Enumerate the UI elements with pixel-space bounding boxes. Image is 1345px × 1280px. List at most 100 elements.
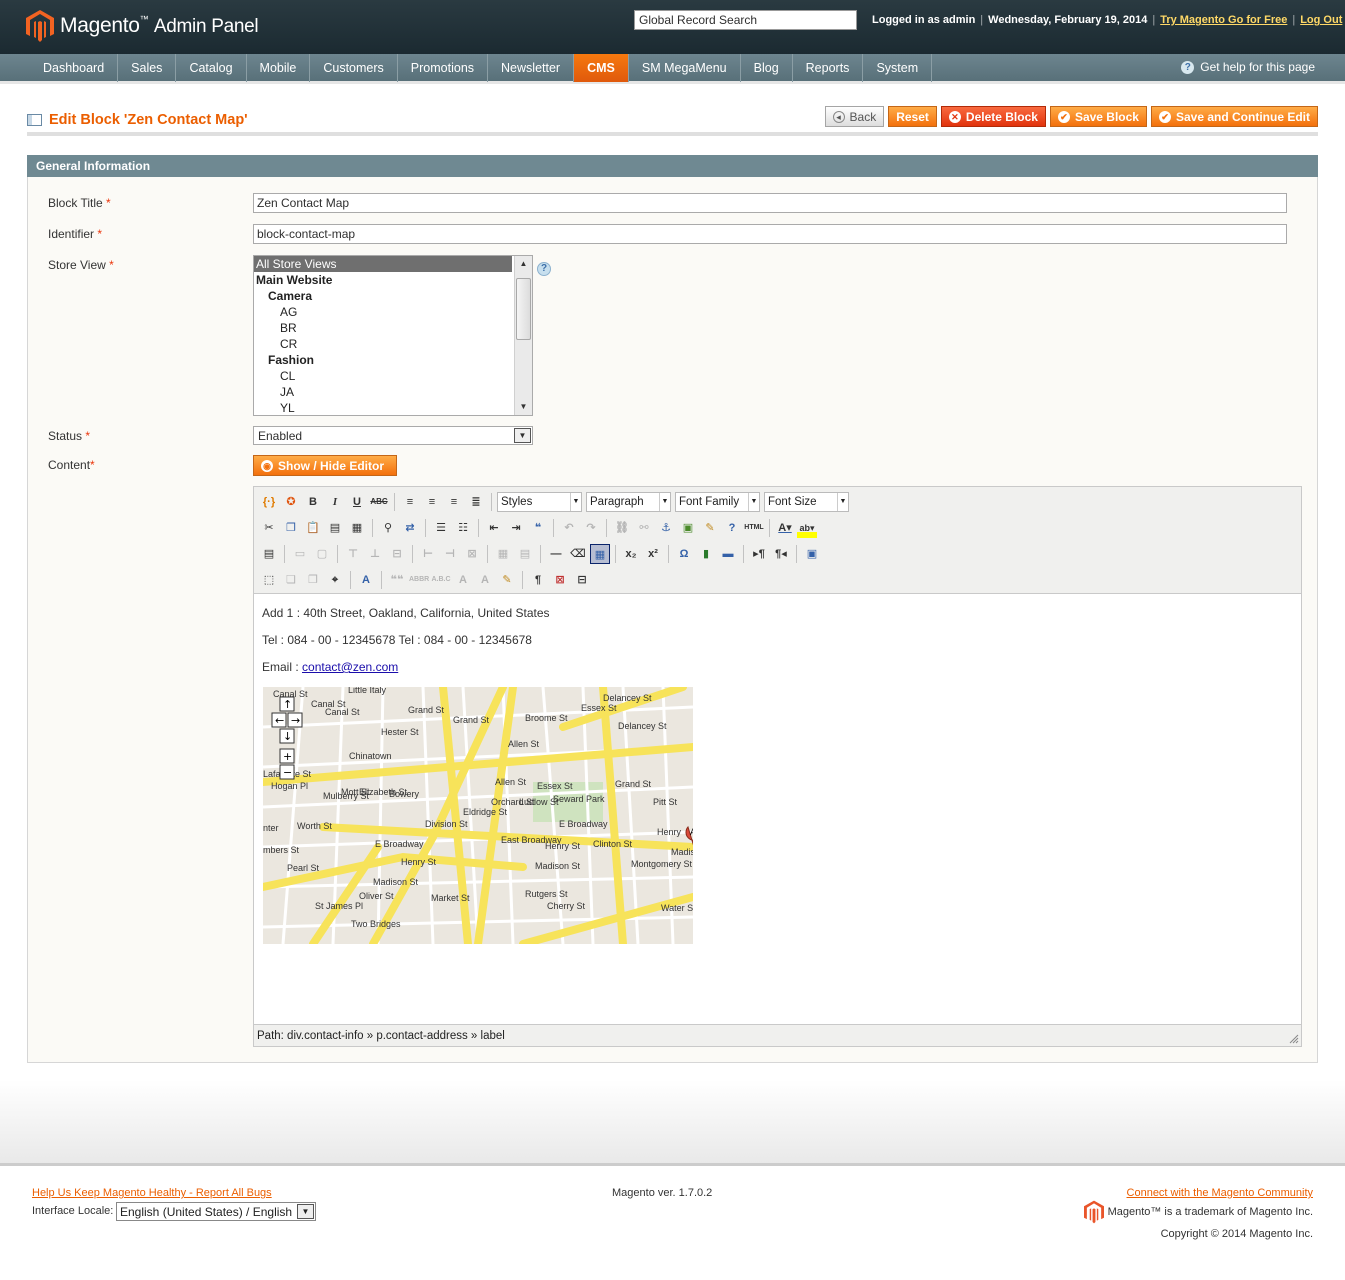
store-view-help-icon[interactable]: ? (537, 262, 551, 276)
back-button[interactable]: ◂ Back (824, 106, 885, 127)
font-family-select[interactable]: Font Family ▼ (675, 492, 760, 512)
unlink-icon[interactable]: ⚯ (634, 518, 654, 538)
store-option-ja[interactable]: JA (254, 384, 532, 400)
store-option-ag[interactable]: AG (254, 304, 532, 320)
insert-variable-icon[interactable]: {·} (259, 492, 279, 512)
show-hide-editor-button[interactable]: ◉ Show / Hide Editor (253, 455, 397, 476)
row-after-icon[interactable]: ⊥ (365, 544, 385, 564)
align-right-icon[interactable]: ≡ (444, 492, 464, 512)
nav-item-sm-megamenu[interactable]: SM MegaMenu (629, 54, 741, 82)
col-before-icon[interactable]: ⊢ (418, 544, 438, 564)
community-link[interactable]: Connect with the Magento Community (1127, 1187, 1313, 1199)
table-props-icon[interactable]: ▤ (259, 544, 279, 564)
nav-item-newsletter[interactable]: Newsletter (488, 54, 575, 82)
align-center-icon[interactable]: ≡ (422, 492, 442, 512)
horizontal-rule-icon[interactable]: — (546, 544, 566, 564)
del-icon[interactable]: A (453, 570, 473, 590)
scroll-thumb[interactable] (516, 278, 531, 340)
cite-icon[interactable]: ❝❝ (387, 570, 407, 590)
scroll-up-icon[interactable]: ▲ (515, 256, 532, 272)
status-select[interactable]: Enabled ▼ (253, 426, 533, 445)
abbr-icon[interactable]: ABBR (409, 570, 429, 590)
row-props-icon[interactable]: ▭ (290, 544, 310, 564)
nav-item-mobile[interactable]: Mobile (247, 54, 311, 82)
styles-select[interactable]: Styles ▼ (497, 492, 582, 512)
insert-widget-icon[interactable]: ✪ (281, 492, 301, 512)
nav-item-customers[interactable]: Customers (310, 54, 398, 82)
cell-props-icon[interactable]: ▢ (312, 544, 332, 564)
remove-format-icon[interactable]: ⌫ (568, 544, 588, 564)
email-link[interactable]: contact@zen.com (302, 660, 398, 674)
nav-item-sales[interactable]: Sales (118, 54, 177, 82)
delete-block-button[interactable]: ✕ Delete Block (940, 106, 1046, 127)
bold-icon[interactable]: B (303, 492, 323, 512)
background-color-icon[interactable]: ab▾ (797, 518, 817, 538)
reset-button[interactable]: Reset (888, 106, 937, 127)
cleanup-icon[interactable]: ✎ (700, 518, 720, 538)
delete-col-icon[interactable]: ⊠ (462, 544, 482, 564)
nav-item-catalog[interactable]: Catalog (176, 54, 247, 82)
paste-icon[interactable]: 📋 (303, 518, 323, 538)
attributes-icon[interactable]: ✎ (497, 570, 517, 590)
insert-hr-icon[interactable]: ▬ (718, 544, 738, 564)
align-left-icon[interactable]: ≡ (400, 492, 420, 512)
resize-grip-icon[interactable] (1289, 1034, 1299, 1044)
store-option-camera[interactable]: Camera (254, 288, 532, 304)
split-cells-icon[interactable]: ▦ (493, 544, 513, 564)
store-view-multiselect[interactable]: All Store Views Main Website Camera AG BR CR F… (253, 255, 533, 416)
text-color-icon[interactable]: A▾ (775, 518, 795, 538)
find-icon[interactable]: ⚲ (378, 518, 398, 538)
save-block-button[interactable]: ✔ Save Block (1049, 106, 1147, 127)
locale-select[interactable]: English (United States) / English ▼ (116, 1202, 316, 1221)
acronym-icon[interactable]: A.B.C (431, 570, 451, 590)
block-title-input[interactable] (253, 193, 1287, 213)
fullscreen-icon[interactable]: ▣ (802, 544, 822, 564)
nav-item-cms[interactable]: CMS (574, 54, 629, 82)
indent-icon[interactable]: ⇥ (506, 518, 526, 538)
image-icon[interactable]: ▣ (678, 518, 698, 538)
help-icon[interactable]: ? (722, 518, 742, 538)
paste-text-icon[interactable]: ▤ (325, 518, 345, 538)
store-option-fashion[interactable]: Fashion (254, 352, 532, 368)
store-option-br[interactable]: BR (254, 320, 532, 336)
blockquote-icon[interactable]: ❝ (528, 518, 548, 538)
format-select[interactable]: Paragraph ▼ (586, 492, 671, 512)
nav-item-reports[interactable]: Reports (793, 54, 864, 82)
editor-content-area[interactable]: Add 1 : 40th Street, Oakland, California… (254, 593, 1301, 1025)
subscript-icon[interactable]: x₂ (621, 544, 641, 564)
help-link[interactable]: ? Get help for this page (1181, 60, 1315, 74)
scroll-down-icon[interactable]: ▼ (515, 399, 532, 415)
italic-icon[interactable]: I (325, 492, 345, 512)
try-magento-go-link[interactable]: Try Magento Go for Free (1160, 14, 1287, 26)
align-justify-icon[interactable]: ≣ (466, 492, 486, 512)
row-before-icon[interactable]: ⊤ (343, 544, 363, 564)
replace-icon[interactable]: ⇄ (400, 518, 420, 538)
pagebreak-icon[interactable]: ⊟ (572, 570, 592, 590)
nav-item-blog[interactable]: Blog (741, 54, 793, 82)
link-icon[interactable]: ⛓ (612, 518, 632, 538)
store-view-scrollbar[interactable]: ▲ ▼ (514, 256, 532, 415)
nav-item-promotions[interactable]: Promotions (398, 54, 489, 82)
anchor-icon[interactable]: ⚓ (656, 518, 676, 538)
nonbreaking-icon[interactable]: ⊠ (550, 570, 570, 590)
insert-layer-icon[interactable]: ⬚ (259, 570, 279, 590)
move-forward-icon[interactable]: ❏ (281, 570, 301, 590)
ltr-icon[interactable]: ▸¶ (749, 544, 769, 564)
store-option-yl[interactable]: YL (254, 400, 532, 415)
report-bugs-link[interactable]: Help Us Keep Magento Healthy - Report Al… (32, 1187, 272, 1199)
underline-icon[interactable]: U (347, 492, 367, 512)
html-source-icon[interactable]: HTML (744, 518, 764, 538)
paste-word-icon[interactable]: ▦ (347, 518, 367, 538)
rtl-icon[interactable]: ¶◂ (771, 544, 791, 564)
nav-item-dashboard[interactable]: Dashboard (30, 54, 119, 82)
magento-logo[interactable]: Magento™ Admin Panel (26, 10, 259, 42)
merge-cells-icon[interactable]: ▤ (515, 544, 535, 564)
identifier-input[interactable] (253, 224, 1287, 244)
media-icon[interactable]: ▮ (696, 544, 716, 564)
store-option-cl[interactable]: CL (254, 368, 532, 384)
font-size-select[interactable]: Font Size ▼ (764, 492, 849, 512)
col-after-icon[interactable]: ⊣ (440, 544, 460, 564)
bullet-list-icon[interactable]: ☰ (431, 518, 451, 538)
global-search-input[interactable] (634, 10, 857, 30)
logout-link[interactable]: Log Out (1300, 14, 1342, 26)
